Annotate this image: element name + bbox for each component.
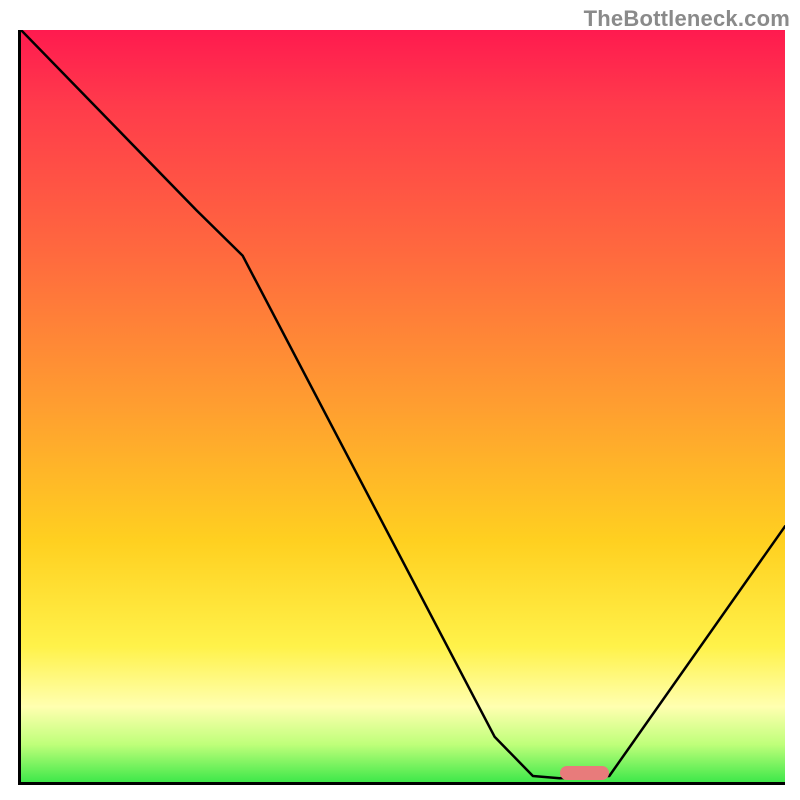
curve-path <box>21 30 785 778</box>
chart-container: TheBottleneck.com <box>0 0 800 800</box>
optimal-range-marker <box>560 766 610 780</box>
bottleneck-curve <box>21 30 785 782</box>
plot-area <box>18 30 785 785</box>
watermark: TheBottleneck.com <box>584 6 790 32</box>
